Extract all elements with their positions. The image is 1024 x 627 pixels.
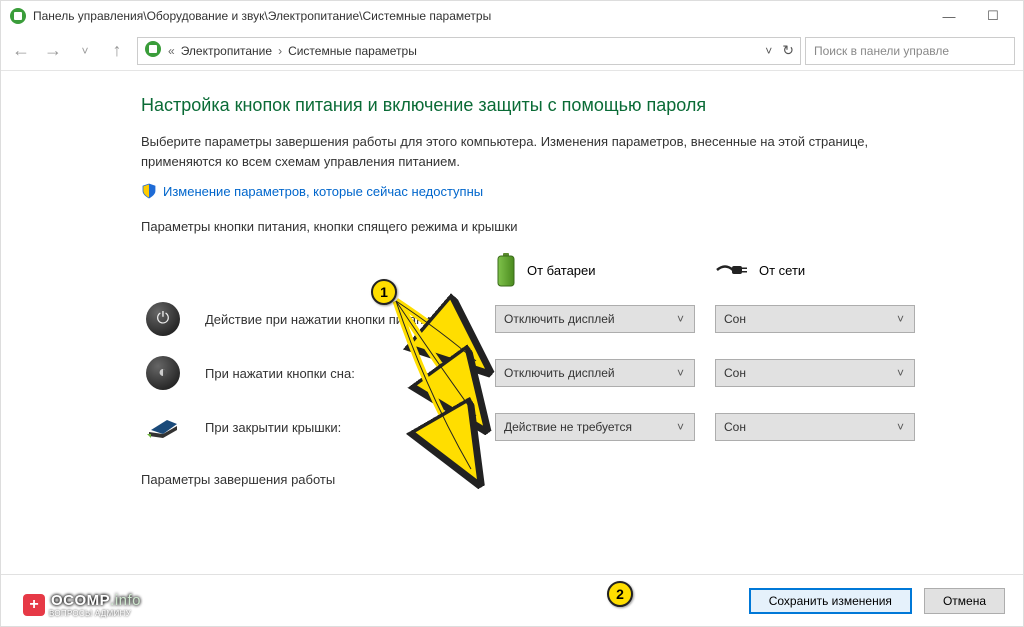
power-button-icon — [141, 292, 185, 346]
watermark-plus-icon: + — [23, 594, 45, 616]
row-label-sleep: При нажатии кнопки сна: — [205, 346, 475, 400]
power-battery-dropdown[interactable]: Отключить дисплей — [495, 305, 695, 333]
plug-icon — [715, 259, 749, 281]
search-placeholder: Поиск в панели управле — [814, 44, 949, 58]
forward-button[interactable] — [39, 37, 67, 65]
titlebar: Панель управления\Оборудование и звук\Эл… — [1, 1, 1023, 31]
shield-icon — [141, 183, 157, 199]
cancel-button[interactable]: Отмена — [924, 588, 1005, 614]
power-plugged-dropdown[interactable]: Сон — [715, 305, 915, 333]
lid-battery-dropdown[interactable]: Действие не требуется — [495, 413, 695, 441]
column-header-plugged: От сети — [715, 248, 915, 292]
control-panel-icon — [144, 40, 162, 61]
battery-icon — [495, 253, 517, 287]
row-label-power: Действие при нажатии кнопки питания: — [205, 292, 475, 346]
page-description: Выберите параметры завершения работы для… — [141, 132, 911, 171]
breadcrumb-item[interactable]: Системные параметры — [288, 44, 417, 58]
save-button[interactable]: Сохранить изменения — [749, 588, 912, 614]
watermark: + OCOMP.info ВОПРОСЫ АДМИНУ — [23, 592, 141, 618]
section-label-shutdown: Параметры завершения работы — [141, 472, 977, 487]
navbar: « Электропитание › Системные параметры П… — [1, 31, 1023, 71]
window-title: Панель управления\Оборудование и звук\Эл… — [33, 9, 927, 23]
address-dropdown-icon[interactable] — [765, 44, 772, 58]
sleep-button-icon — [141, 346, 185, 400]
column-header-battery: От батареи — [495, 248, 695, 292]
page-title: Настройка кнопок питания и включение защ… — [141, 95, 977, 116]
address-bar[interactable]: « Электропитание › Системные параметры — [137, 37, 801, 65]
laptop-lid-icon — [141, 400, 185, 454]
maximize-button[interactable] — [971, 2, 1015, 30]
control-panel-icon — [9, 7, 27, 25]
history-dropdown[interactable] — [71, 37, 99, 65]
up-button[interactable] — [103, 37, 131, 65]
back-button[interactable] — [7, 37, 35, 65]
annotation-2: 2 — [607, 581, 633, 607]
breadcrumb-sep: › — [278, 44, 282, 58]
minimize-button[interactable] — [927, 2, 971, 30]
sleep-battery-dropdown[interactable]: Отключить дисплей — [495, 359, 695, 387]
lid-plugged-dropdown[interactable]: Сон — [715, 413, 915, 441]
section-label: Параметры кнопки питания, кнопки спящего… — [141, 219, 977, 234]
breadcrumb-item[interactable]: Электропитание — [181, 44, 272, 58]
breadcrumb-sep: « — [168, 44, 175, 58]
row-label-lid: При закрытии крышки: — [205, 400, 475, 454]
power-settings-grid: От батареи От сети Действие при нажатии … — [141, 248, 977, 454]
change-unavailable-link[interactable]: Изменение параметров, которые сейчас нед… — [163, 184, 483, 199]
refresh-icon[interactable] — [782, 42, 794, 59]
annotation-1: 1 — [371, 279, 397, 305]
sleep-plugged-dropdown[interactable]: Сон — [715, 359, 915, 387]
search-input[interactable]: Поиск в панели управле — [805, 37, 1015, 65]
